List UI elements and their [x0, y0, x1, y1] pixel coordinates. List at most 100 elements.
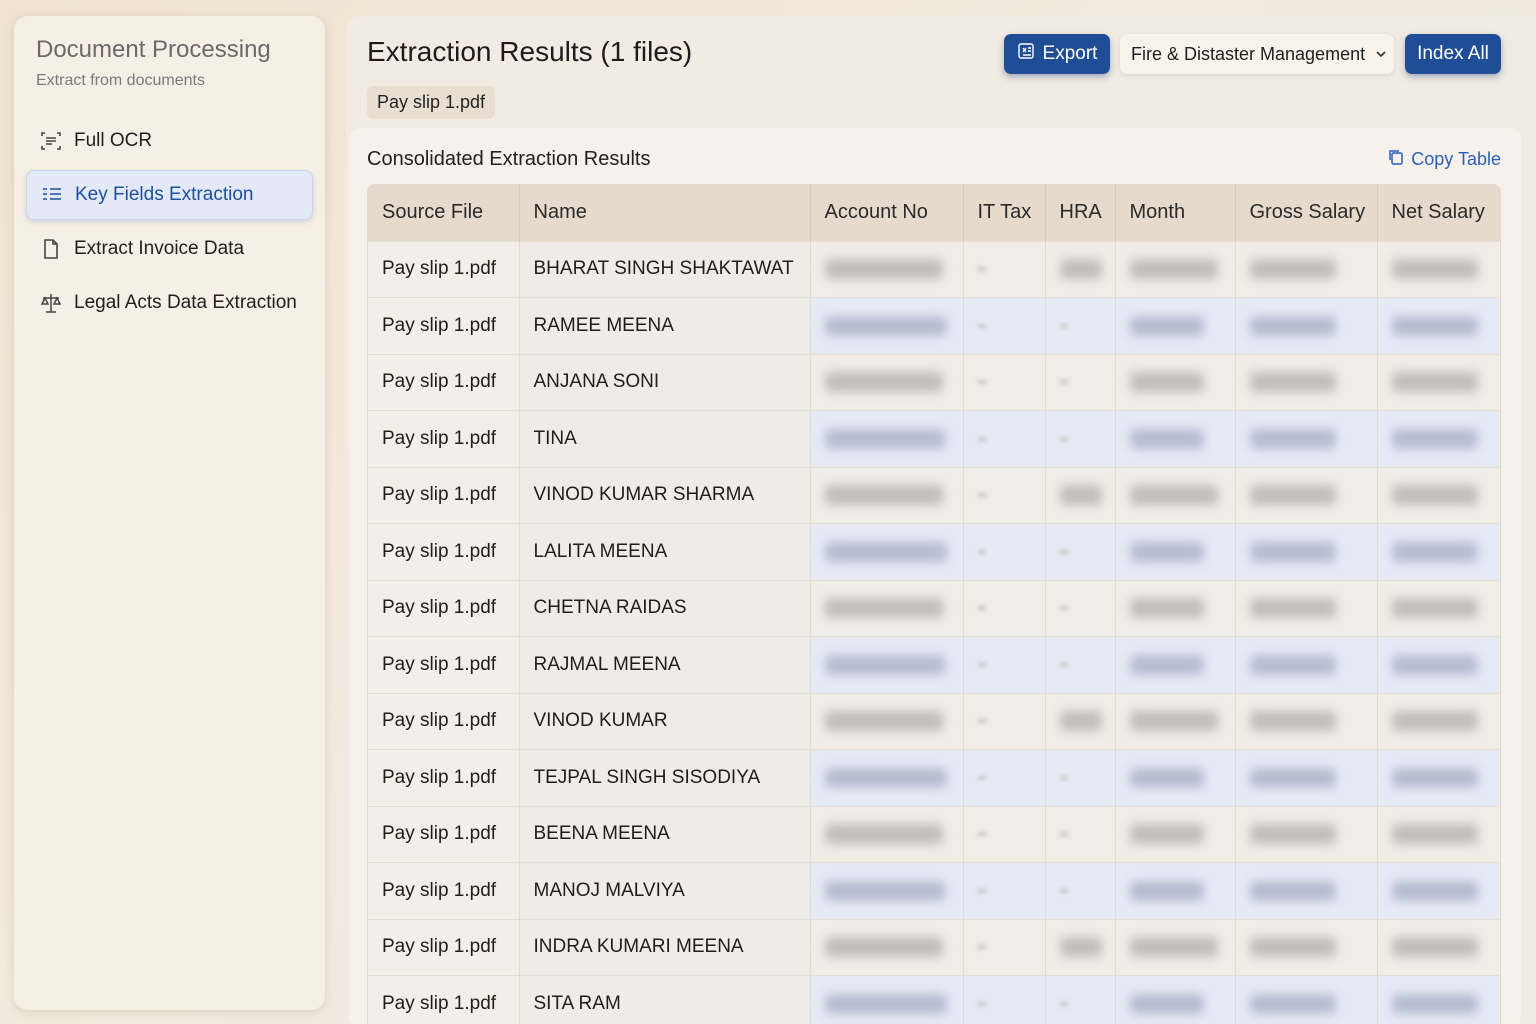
name-cell: ANJANA SONI	[519, 353, 811, 411]
file-chip[interactable]: Pay slip 1.pdf	[367, 86, 496, 119]
sidebar-item-label: Key Fields Extraction	[75, 184, 254, 205]
redacted-value	[824, 767, 947, 788]
account-no-cell	[810, 636, 964, 693]
account-no-cell	[810, 805, 964, 863]
column-header[interactable]: Net Salary	[1377, 185, 1500, 241]
sidebar-item-key-fields-extraction[interactable]: Key Fields Extraction	[26, 170, 313, 220]
redacted-value	[1129, 485, 1218, 506]
redacted-value	[824, 654, 945, 675]
column-header[interactable]: Account No	[810, 185, 964, 241]
redacted-value	[1249, 654, 1336, 675]
department-select[interactable]: Fire & Distaster Management	[1120, 34, 1394, 74]
redacted-value	[824, 880, 945, 901]
table-row[interactable]: Pay slip 1.pdf TINA	[368, 410, 1500, 467]
table-row[interactable]: Pay slip 1.pdf RAMEE MEENA	[368, 297, 1500, 354]
redacted-value	[1391, 767, 1478, 788]
copy-table-label: Copy Table	[1411, 149, 1501, 169]
it-tax-cell	[963, 240, 1046, 298]
month-cell	[1115, 749, 1236, 806]
month-cell	[1115, 579, 1236, 637]
gross-salary-cell	[1235, 975, 1378, 1024]
table-row[interactable]: Pay slip 1.pdf INDRA KUMARI MEENA	[368, 918, 1500, 976]
net-salary-cell	[1377, 918, 1500, 976]
source-file-cell: Pay slip 1.pdf	[368, 579, 520, 637]
redacted-value	[1059, 436, 1068, 441]
redacted-value	[1391, 428, 1478, 449]
redacted-value	[1391, 372, 1478, 393]
gross-salary-cell	[1235, 523, 1378, 580]
redacted-value	[1059, 711, 1102, 732]
table-row[interactable]: Pay slip 1.pdf MANOJ MALVIYA	[368, 862, 1500, 919]
table-row[interactable]: Pay slip 1.pdf BHARAT SINGH SHAKTAWAT	[368, 240, 1500, 298]
net-salary-cell	[1377, 805, 1500, 863]
table-row[interactable]: Pay slip 1.pdf LALITA MEENA	[368, 523, 1500, 580]
copy-table-button[interactable]: Copy Table	[1387, 148, 1501, 171]
source-file-cell: Pay slip 1.pdf	[368, 749, 520, 806]
sidebar-item-legal-acts-data-extraction[interactable]: Legal Acts Data Extraction	[26, 278, 313, 328]
account-no-cell	[810, 523, 964, 580]
redacted-value	[1129, 654, 1204, 675]
account-no-cell	[810, 975, 964, 1024]
redacted-value	[824, 485, 943, 506]
redacted-value	[1249, 598, 1336, 619]
hra-cell	[1045, 975, 1116, 1024]
table-row[interactable]: Pay slip 1.pdf TEJPAL SINGH SISODIYA	[368, 749, 1500, 806]
sidebar-item-full-ocr[interactable]: Full OCR	[26, 116, 313, 166]
table-row[interactable]: Pay slip 1.pdf VINOD KUMAR	[368, 692, 1500, 750]
it-tax-cell	[963, 918, 1046, 976]
column-header[interactable]: Month	[1115, 185, 1236, 241]
app-title: Document Processing	[36, 36, 271, 63]
table-row[interactable]: Pay slip 1.pdf ANJANA SONI	[368, 353, 1500, 411]
net-salary-cell	[1377, 636, 1500, 693]
export-button[interactable]: Export	[1004, 34, 1110, 74]
redacted-value	[1059, 832, 1068, 837]
redacted-value	[1391, 993, 1478, 1014]
hra-cell	[1045, 918, 1116, 976]
redacted-value	[1059, 380, 1068, 385]
redacted-value	[1391, 711, 1478, 732]
index-all-button[interactable]: Index All	[1405, 34, 1501, 74]
redacted-value	[1391, 654, 1478, 675]
net-salary-cell	[1377, 975, 1500, 1024]
month-cell	[1115, 692, 1236, 750]
source-file-cell: Pay slip 1.pdf	[368, 636, 520, 693]
column-header[interactable]: Name	[519, 185, 811, 241]
name-cell: BHARAT SINGH SHAKTAWAT	[519, 240, 811, 298]
table-row[interactable]: Pay slip 1.pdf SITA RAM	[368, 975, 1500, 1024]
hra-cell	[1045, 749, 1116, 806]
hra-cell	[1045, 523, 1116, 580]
month-cell	[1115, 805, 1236, 863]
gross-salary-cell	[1235, 579, 1378, 637]
redacted-value	[824, 428, 945, 449]
column-header[interactable]: IT Tax	[963, 185, 1046, 241]
redacted-value	[1249, 711, 1336, 732]
column-header[interactable]: Source File	[368, 185, 520, 241]
redacted-value	[1129, 711, 1218, 732]
gross-salary-cell	[1235, 918, 1378, 976]
gross-salary-cell	[1235, 749, 1378, 806]
hra-cell	[1045, 862, 1116, 919]
net-salary-cell	[1377, 466, 1500, 524]
export-label: Export	[1042, 43, 1098, 64]
month-cell	[1115, 410, 1236, 467]
column-header[interactable]: Gross Salary	[1235, 185, 1378, 241]
hra-cell	[1045, 353, 1116, 411]
redacted-value	[1129, 372, 1204, 393]
redacted-value	[824, 824, 943, 845]
file-icon	[40, 238, 62, 260]
redacted-value	[977, 719, 986, 724]
it-tax-cell	[963, 805, 1046, 863]
column-header[interactable]: HRA	[1045, 185, 1116, 241]
redacted-value	[1129, 993, 1204, 1014]
net-salary-cell	[1377, 579, 1500, 637]
it-tax-cell	[963, 353, 1046, 411]
sidebar-item-label: Full OCR	[74, 130, 153, 151]
scan-text-icon	[40, 130, 62, 152]
sidebar-item-extract-invoice-data[interactable]: Extract Invoice Data	[26, 224, 313, 274]
table-row[interactable]: Pay slip 1.pdf CHETNA RAIDAS	[368, 579, 1500, 637]
table-row[interactable]: Pay slip 1.pdf BEENA MEENA	[368, 805, 1500, 863]
table-row[interactable]: Pay slip 1.pdf VINOD KUMAR SHARMA	[368, 466, 1500, 524]
scale-icon	[40, 292, 62, 314]
table-row[interactable]: Pay slip 1.pdf RAJMAL MEENA	[368, 636, 1500, 693]
redacted-value	[1129, 880, 1204, 901]
